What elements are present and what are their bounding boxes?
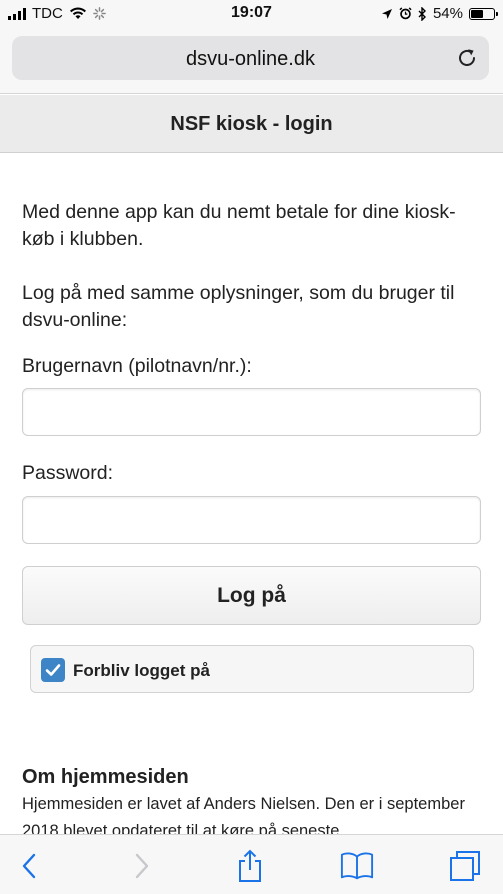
chevron-right-icon bbox=[135, 853, 149, 879]
battery-fill bbox=[471, 9, 483, 18]
battery-icon bbox=[469, 7, 498, 20]
alarm-icon bbox=[399, 7, 412, 20]
username-input[interactable] bbox=[22, 388, 481, 436]
password-label: Password: bbox=[22, 462, 114, 484]
status-bar: TDC 19:07 54% bbox=[0, 0, 503, 28]
login-button[interactable]: Log på bbox=[22, 566, 481, 625]
browser-address-area: dsvu-online.dk bbox=[0, 28, 503, 94]
login-hint-text: Log på med samme oplysninger, som du bru… bbox=[22, 282, 455, 331]
status-right: 54% bbox=[381, 5, 498, 22]
address-bar[interactable]: dsvu-online.dk bbox=[12, 36, 489, 80]
browser-toolbar bbox=[0, 834, 503, 894]
bookmarks-button[interactable] bbox=[340, 849, 374, 883]
remember-me-toggle[interactable]: Forbliv logget på bbox=[30, 645, 474, 693]
about-heading: Om hjemmesiden bbox=[22, 766, 189, 788]
tabs-icon bbox=[450, 851, 480, 881]
forward-button[interactable] bbox=[125, 849, 159, 883]
tabs-button[interactable] bbox=[448, 849, 482, 883]
back-button[interactable] bbox=[12, 849, 46, 883]
share-icon bbox=[239, 849, 261, 882]
bluetooth-icon bbox=[418, 6, 426, 21]
location-arrow-icon bbox=[381, 8, 392, 19]
remember-me-checkbox[interactable] bbox=[41, 658, 65, 682]
share-button[interactable] bbox=[233, 849, 267, 883]
intro-text: Med denne app kan du nemt betale for din… bbox=[22, 201, 456, 250]
password-input[interactable] bbox=[22, 496, 481, 544]
reload-icon[interactable] bbox=[455, 46, 479, 70]
chevron-left-icon bbox=[22, 853, 36, 879]
page-title: NSF kiosk - login bbox=[170, 113, 333, 135]
url-text: dsvu-online.dk bbox=[186, 48, 315, 70]
battery-percent: 54% bbox=[432, 5, 463, 22]
checkmark-icon bbox=[45, 664, 61, 676]
username-label: Brugernavn (pilotnavn/nr.): bbox=[22, 355, 252, 377]
page-header: NSF kiosk - login bbox=[0, 95, 503, 153]
remember-me-label: Forbliv logget på bbox=[73, 661, 210, 680]
book-icon bbox=[340, 852, 374, 880]
